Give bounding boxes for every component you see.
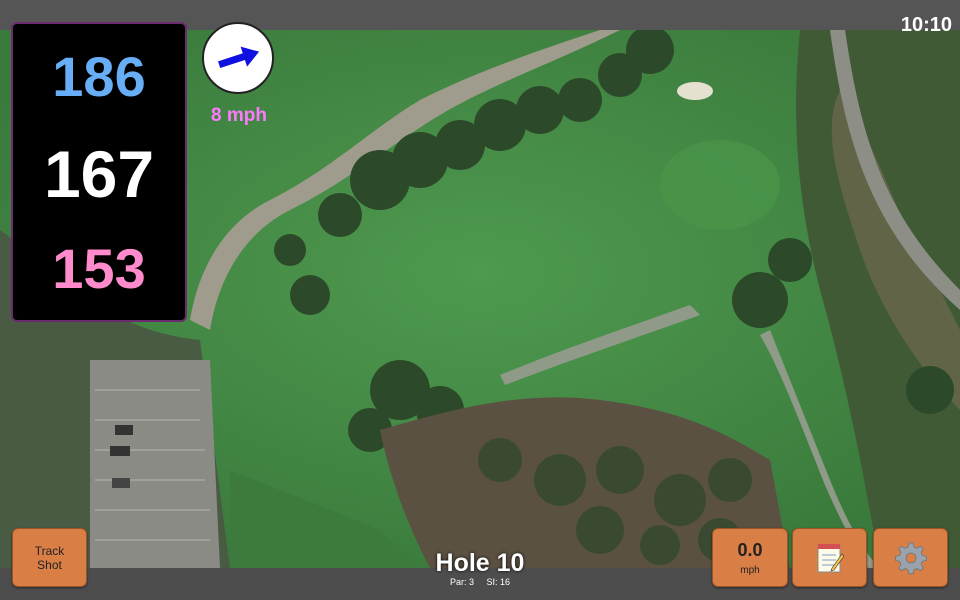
settings-button[interactable] (873, 528, 948, 587)
clock-time: 10:10 (900, 14, 952, 36)
hole-title: Hole 10 (435, 549, 525, 577)
back-distance: 186 (52, 45, 146, 108)
middle-distance: 167 (43, 137, 155, 211)
hole-stroke-index: SI: 16 (486, 577, 511, 587)
hole-info: Par: 3 SI: 16 (380, 577, 580, 587)
speed-value: 0.0 (737, 539, 763, 560)
front-distance: 153 (52, 237, 146, 300)
wind-direction-indicator (202, 22, 274, 94)
speed-button[interactable]: 0.0 mph (712, 528, 788, 587)
track-shot-button[interactable]: Track Shot (12, 528, 87, 587)
notepad-icon (817, 543, 844, 572)
track-shot-label-line2: Shot (37, 557, 62, 572)
notes-button[interactable] (792, 528, 867, 587)
hole-par: Par: 3 (449, 577, 474, 587)
track-shot-label-line1: Track (34, 543, 65, 558)
arrow-icon (218, 46, 260, 68)
distance-panel: 186 167 153 (11, 22, 187, 322)
speed-unit: mph (740, 564, 760, 576)
gear-icon (894, 542, 927, 574)
wind-speed-label: 8 mph (211, 105, 267, 126)
